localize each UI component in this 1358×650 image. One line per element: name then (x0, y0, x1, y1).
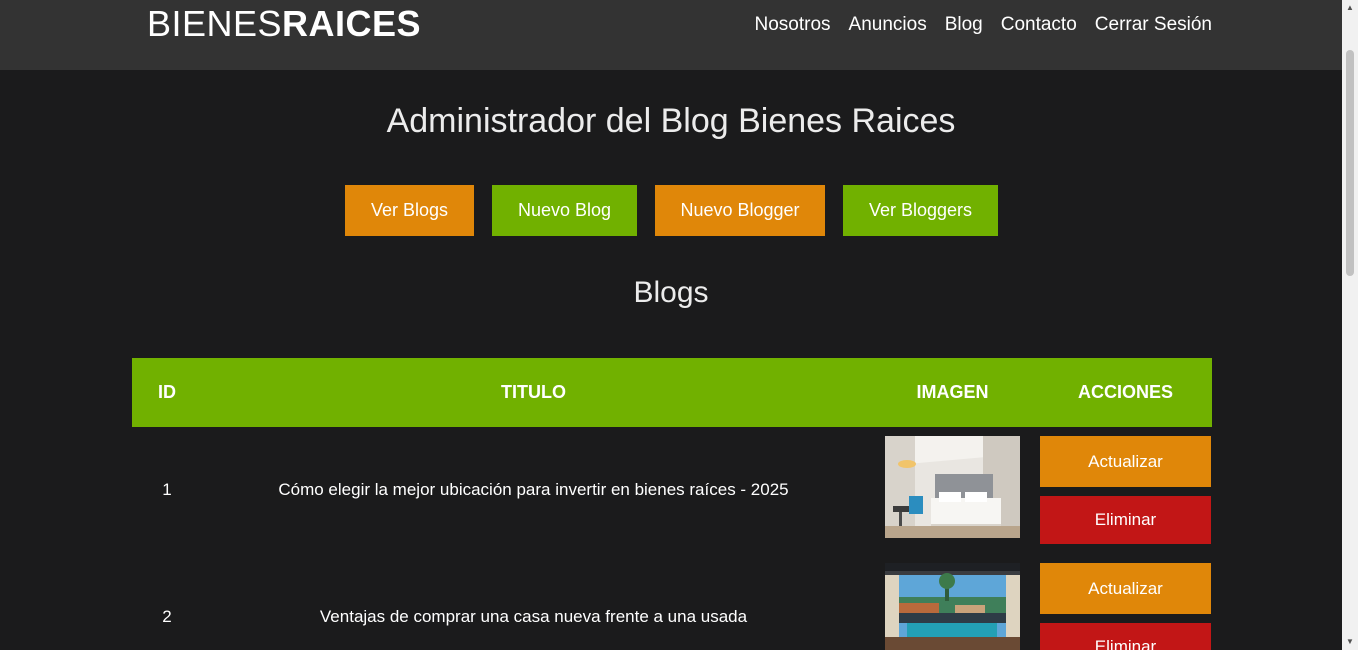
nav-link-blog[interactable]: Blog (945, 12, 983, 38)
main-nav: Nosotros Anuncios Blog Contacto Cerrar S… (755, 12, 1213, 38)
nav-link-nosotros[interactable]: Nosotros (755, 12, 831, 38)
logo-text-bold: RAICES (282, 3, 422, 44)
scroll-down-arrow-icon[interactable]: ▼ (1342, 634, 1358, 650)
row-id: 2 (162, 607, 172, 626)
column-header-imagen: IMAGEN (916, 382, 989, 402)
actualizar-button[interactable]: Actualizar (1040, 436, 1211, 487)
terrace-photo (885, 563, 1020, 650)
blog-image (885, 436, 1020, 538)
section-title: Blogs (633, 276, 709, 309)
site-header: BIENESRAICES Nosotros Anuncios Blog Cont… (0, 0, 1342, 70)
page-scrollbar[interactable]: ▲ ▼ (1342, 0, 1358, 650)
table-header: ID TITULO IMAGEN ACCIONES (132, 358, 1212, 427)
ver-bloggers-button[interactable]: Ver Bloggers (843, 185, 998, 236)
nav-link-anuncios[interactable]: Anuncios (849, 12, 927, 38)
nav-link-contacto[interactable]: Contacto (1001, 12, 1077, 38)
ver-blogs-button[interactable]: Ver Blogs (345, 185, 474, 236)
nuevo-blogger-button[interactable]: Nuevo Blogger (655, 185, 825, 236)
row-id: 1 (162, 480, 172, 499)
bedroom-photo (885, 436, 1020, 538)
logo-text-light: BIENES (147, 3, 283, 44)
column-header-titulo: TITULO (501, 382, 566, 402)
table-row: 2 Ventajas de comprar una casa nueva fre… (132, 563, 1212, 650)
nav-link-cerrar-sesion[interactable]: Cerrar Sesión (1095, 12, 1212, 38)
eliminar-button[interactable]: Eliminar (1040, 623, 1211, 650)
column-header-id: ID (158, 382, 176, 402)
eliminar-button[interactable]: Eliminar (1040, 496, 1211, 544)
table-row: 1 Cómo elegir la mejor ubicación para in… (132, 436, 1212, 544)
scroll-up-arrow-icon[interactable]: ▲ (1342, 0, 1358, 16)
column-header-acciones: ACCIONES (1077, 382, 1173, 402)
blog-image (885, 563, 1020, 650)
nuevo-blog-button[interactable]: Nuevo Blog (492, 185, 637, 236)
site-logo[interactable]: BIENESRAICES (147, 4, 421, 44)
scrollbar-thumb[interactable] (1346, 50, 1354, 276)
row-title: Ventajas de comprar una casa nueva frent… (319, 607, 748, 626)
page-title: Administrador del Blog Bienes Raices (386, 102, 956, 140)
row-title: Cómo elegir la mejor ubicación para inve… (278, 480, 789, 499)
actualizar-button[interactable]: Actualizar (1040, 563, 1211, 614)
